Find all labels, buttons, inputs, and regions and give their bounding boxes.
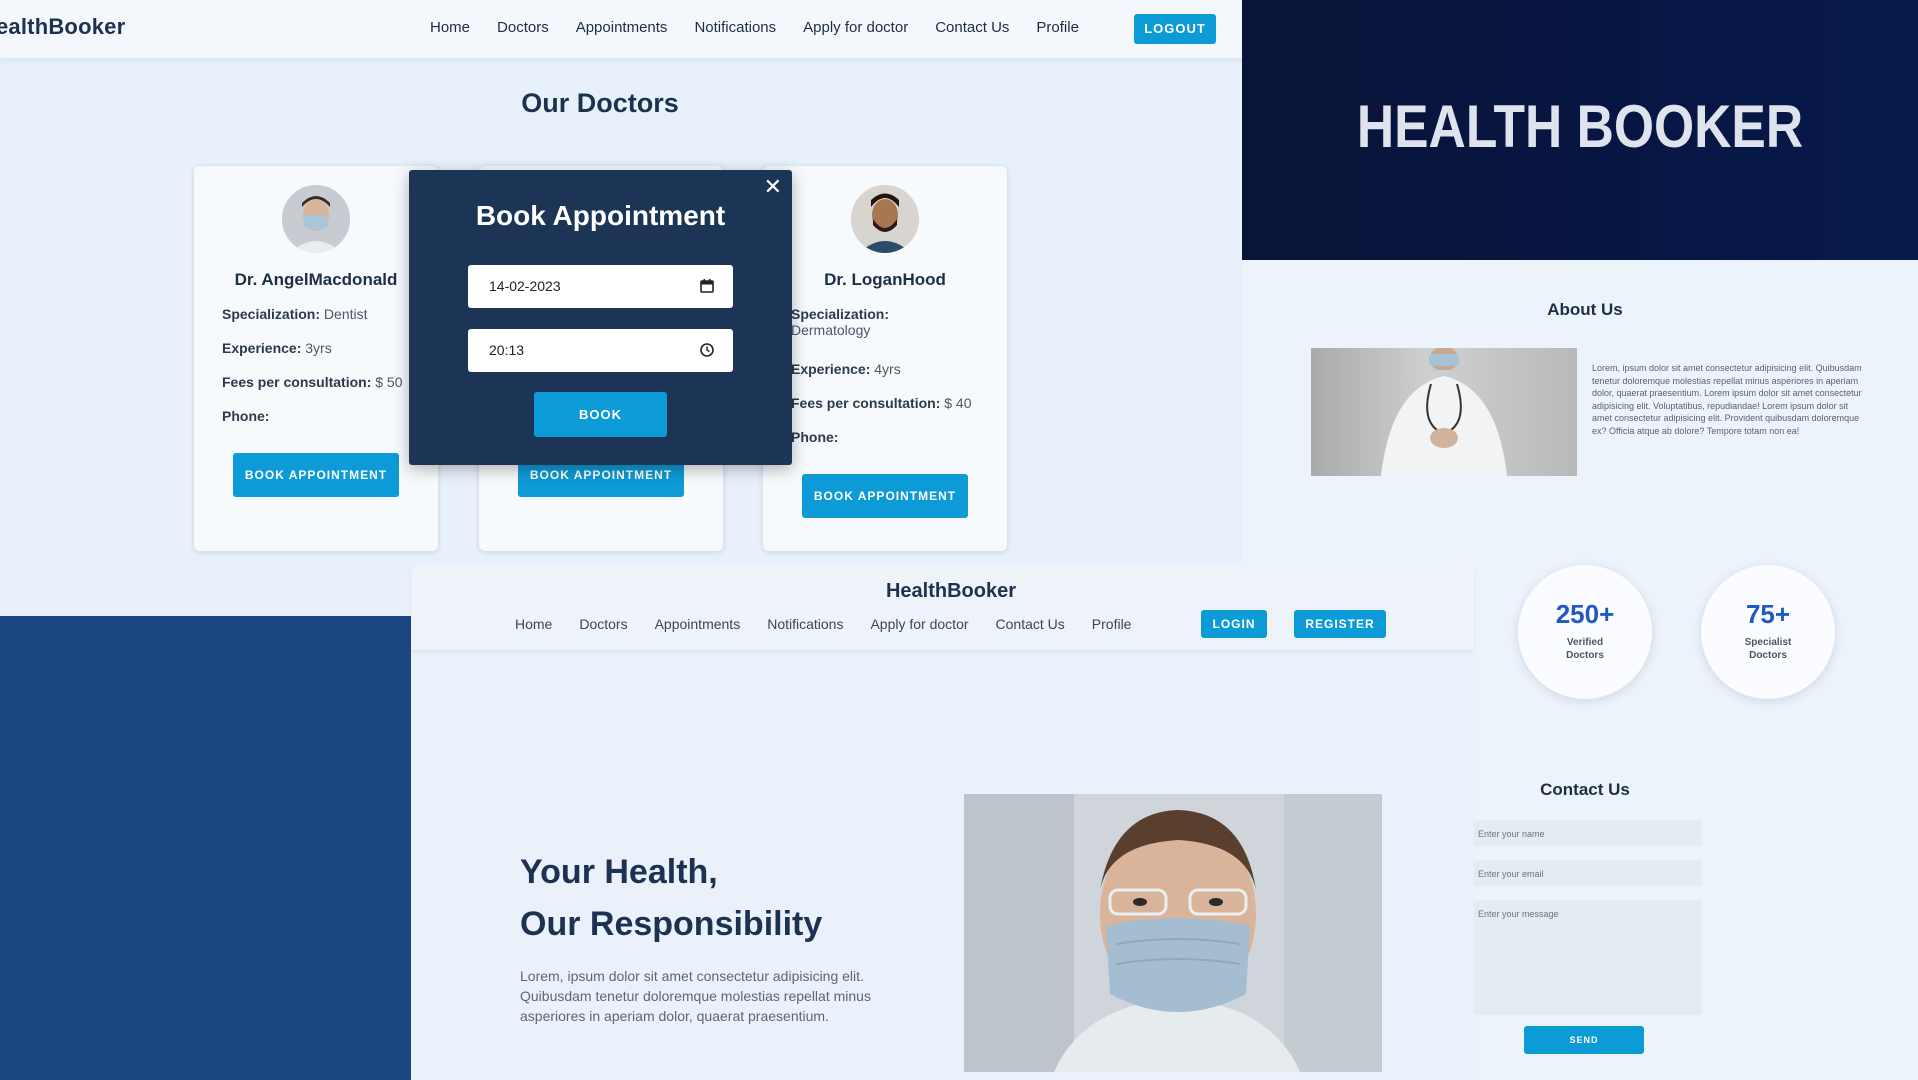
specialization-label: Specialization: — [222, 306, 321, 322]
nav-notifications[interactable]: Notifications — [694, 19, 776, 36]
fees-label: Fees per consultation: — [791, 395, 941, 411]
nav-apply-for-doctor[interactable]: Apply for doctor — [803, 19, 908, 36]
brand-logo[interactable]: HealthBooker — [411, 580, 1491, 603]
doctor-card: Dr. AngelMacdonald Specialization: Denti… — [194, 166, 438, 551]
stat-label-line1: Specialist — [1744, 637, 1792, 648]
doctor-name: Dr. LoganHood — [824, 270, 946, 289]
about-doctor-image — [1311, 348, 1577, 476]
specialist-doctors-stat: 75+ Specialist Doctors — [1701, 565, 1835, 699]
register-button[interactable]: REGISTER — [1294, 610, 1386, 638]
book-appointment-modal: ✕ Book Appointment 14-02-2023 20:13 BOOK — [409, 170, 792, 465]
nav-contact-us[interactable]: Contact Us — [935, 19, 1009, 36]
send-button[interactable]: SEND — [1524, 1026, 1644, 1054]
clock-icon[interactable] — [699, 342, 715, 358]
masked-doctor-photo — [964, 794, 1382, 1072]
email-field[interactable]: Enter your email — [1474, 860, 1702, 886]
nav-apply-for-doctor[interactable]: Apply for doctor — [870, 616, 968, 632]
doctors-page-screenshot: ealthBooker Home Doctors Appointments No… — [0, 0, 1242, 616]
doctor-avatar-image — [282, 185, 350, 253]
doctor-avatar — [282, 185, 350, 253]
doctor-photo — [1381, 348, 1507, 476]
nav-notifications[interactable]: Notifications — [767, 616, 843, 632]
login-button[interactable]: LOGIN — [1201, 610, 1267, 638]
doctor-phone: Phone: — [222, 408, 269, 424]
stat-value: 250+ — [1555, 599, 1615, 629]
nav-doctors[interactable]: Doctors — [579, 616, 627, 632]
specialization-label: Specialization: — [791, 306, 890, 322]
doctor-specialization: Specialization: Dentist — [222, 306, 368, 322]
verified-doctors-stat: 250+ Verified Doctors — [1518, 565, 1652, 699]
nav-profile[interactable]: Profile — [1036, 19, 1079, 36]
fees-value: $ 40 — [944, 395, 972, 411]
name-field[interactable]: Enter your name — [1474, 820, 1702, 846]
book-appointment-button[interactable]: BOOK APPOINTMENT — [233, 453, 399, 497]
stat-label-line2: Doctors — [1566, 650, 1604, 661]
doctor-name: Dr. AngelMacdonald — [234, 270, 398, 289]
home-page-screenshot: HealthBooker Home Doctors Appointments N… — [411, 566, 1474, 1080]
nav-home[interactable]: Home — [430, 19, 470, 36]
book-button[interactable]: BOOK — [534, 392, 667, 437]
fees-value: $ 50 — [375, 374, 403, 390]
close-icon[interactable]: ✕ — [764, 176, 782, 198]
stat-label-line2: Doctors — [1749, 650, 1787, 661]
banner-title: HEALTH BOOKER — [1356, 93, 1804, 160]
modal-title: Book Appointment — [475, 200, 726, 231]
doctor-experience: Experience: 3yrs — [222, 340, 332, 356]
time-input[interactable]: 20:13 — [468, 329, 733, 372]
doctor-card: Dr. LoganHood Specialization: Dermatology… — [763, 166, 1007, 551]
decorative-blue-block — [0, 616, 411, 1080]
hero-heading-line2: Our Responsibility — [520, 905, 823, 943]
page-title: Our Doctors — [521, 88, 679, 118]
fees-label: Fees per consultation: — [222, 374, 372, 390]
hero-doctor-image — [964, 794, 1382, 1072]
time-value: 20:13 — [489, 342, 525, 358]
nav-profile[interactable]: Profile — [1092, 616, 1132, 632]
phone-label: Phone: — [791, 429, 839, 445]
nav-links: Home Doctors Appointments Notifications … — [430, 19, 1106, 36]
experience-label: Experience: — [222, 340, 302, 356]
hero-heading-line1: Your Health, — [520, 853, 718, 891]
doctor-avatar — [851, 185, 919, 253]
message-field[interactable]: Enter your message — [1474, 900, 1702, 1015]
doctor-avatar-image — [851, 185, 919, 253]
experience-label: Experience: — [791, 361, 871, 377]
nav-appointments[interactable]: Appointments — [576, 19, 668, 36]
stat-label: Specialist Doctors — [1701, 636, 1835, 662]
about-paragraph: Lorem, ipsum dolor sit amet consectetur … — [1592, 363, 1862, 436]
doctor-phone: Phone: — [791, 429, 838, 445]
doctor-fees: Fees per consultation: $ 40 — [791, 395, 972, 411]
nav-contact-us[interactable]: Contact Us — [996, 616, 1065, 632]
phone-label: Phone: — [222, 408, 270, 424]
health-booker-banner: HEALTH BOOKER — [1242, 0, 1918, 260]
specialization-value: Dentist — [323, 306, 368, 322]
stat-label-line1: Verified — [1566, 637, 1604, 648]
hero-paragraph: Lorem, ipsum dolor sit amet consectetur … — [520, 968, 871, 1024]
brand-logo[interactable]: ealthBooker — [0, 14, 125, 40]
hero-heading: Your Health, Our Responsibility — [520, 846, 822, 950]
doctor-fees: Fees per consultation: $ 50 — [222, 374, 403, 390]
nav-links: Home Doctors Appointments Notifications … — [515, 616, 1158, 632]
date-value: 14-02-2023 — [489, 278, 561, 294]
nav-appointments[interactable]: Appointments — [655, 616, 741, 632]
home-page-navbar: HealthBooker Home Doctors Appointments N… — [411, 566, 1474, 650]
doctor-specialization: Specialization: Dermatology — [791, 306, 1001, 338]
nav-doctors[interactable]: Doctors — [497, 19, 549, 36]
experience-value: 3yrs — [305, 340, 332, 356]
logout-button[interactable]: LOGOUT — [1134, 14, 1216, 44]
stat-label: Verified Doctors — [1518, 636, 1652, 662]
nav-home[interactable]: Home — [515, 616, 552, 632]
specialization-value: Dermatology — [791, 322, 871, 338]
experience-value: 4yrs — [874, 361, 901, 377]
doctors-page-navbar: ealthBooker Home Doctors Appointments No… — [0, 0, 1242, 58]
book-appointment-button[interactable]: BOOK APPOINTMENT — [802, 474, 968, 518]
about-us-heading: About Us — [1547, 300, 1623, 319]
stat-value: 75+ — [1745, 599, 1791, 629]
calendar-icon[interactable] — [699, 278, 715, 294]
doctor-experience: Experience: 4yrs — [791, 361, 901, 377]
date-input[interactable]: 14-02-2023 — [468, 265, 733, 308]
